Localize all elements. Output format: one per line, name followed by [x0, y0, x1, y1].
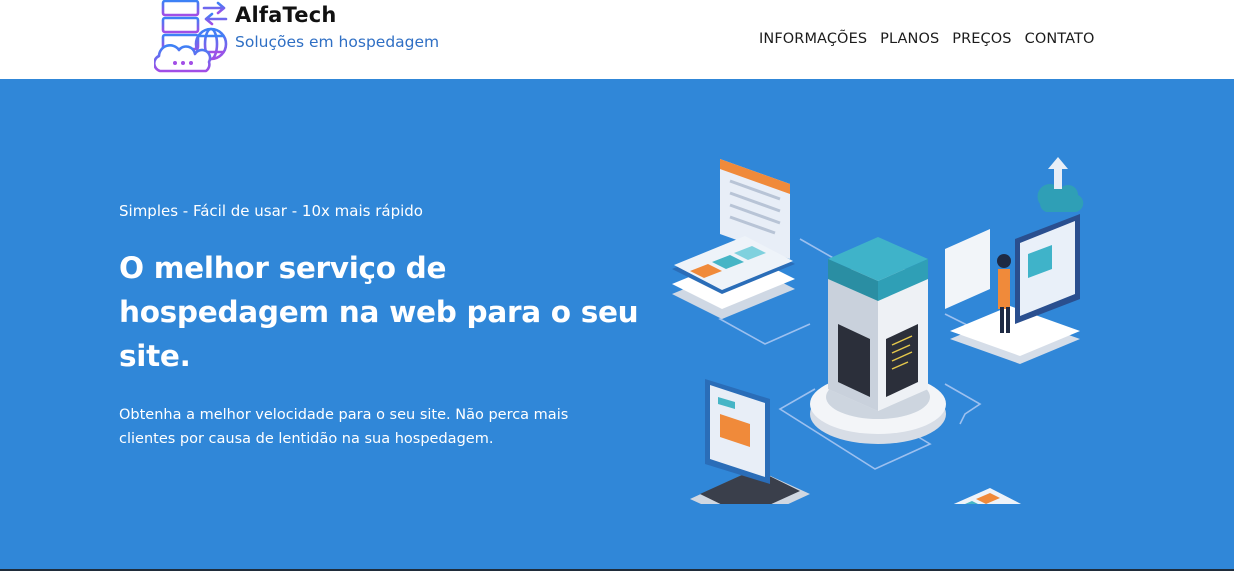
brand-tagline: Soluções em hospedagem — [235, 33, 440, 51]
analyst-screen-icon — [945, 157, 1084, 364]
hero-kicker: Simples - Fácil de usar - 10x mais rápid… — [119, 202, 423, 220]
main-nav: INFORMAÇÕES PLANOS PREÇOS CONTATO — [759, 31, 1095, 47]
hero-section: Simples - Fácil de usar - 10x mais rápid… — [0, 79, 1234, 569]
laptop-icon — [690, 379, 810, 504]
nav-link-informacoes[interactable]: INFORMAÇÕES — [759, 31, 867, 47]
server-tower-icon — [810, 237, 946, 444]
isometric-server-hosting-illustration — [672, 157, 1084, 504]
hero-headline: O melhor serviço de hospedagem na web pa… — [119, 251, 639, 373]
nav-link-precos[interactable]: PREÇOS — [952, 31, 1011, 47]
brand-name[interactable]: AlfaTech — [235, 3, 337, 27]
small-card-stack-icon — [953, 488, 1022, 504]
hero-description: Obtenha a melhor velocidade para o seu s… — [119, 407, 569, 447]
server-cloud-logo-icon[interactable] — [154, 0, 232, 74]
nav-link-planos[interactable]: PLANOS — [880, 31, 939, 47]
site-header: AlfaTech Soluções em hospedagem INFORMAÇ… — [0, 0, 1234, 79]
nav-link-contato[interactable]: CONTATO — [1025, 31, 1095, 47]
